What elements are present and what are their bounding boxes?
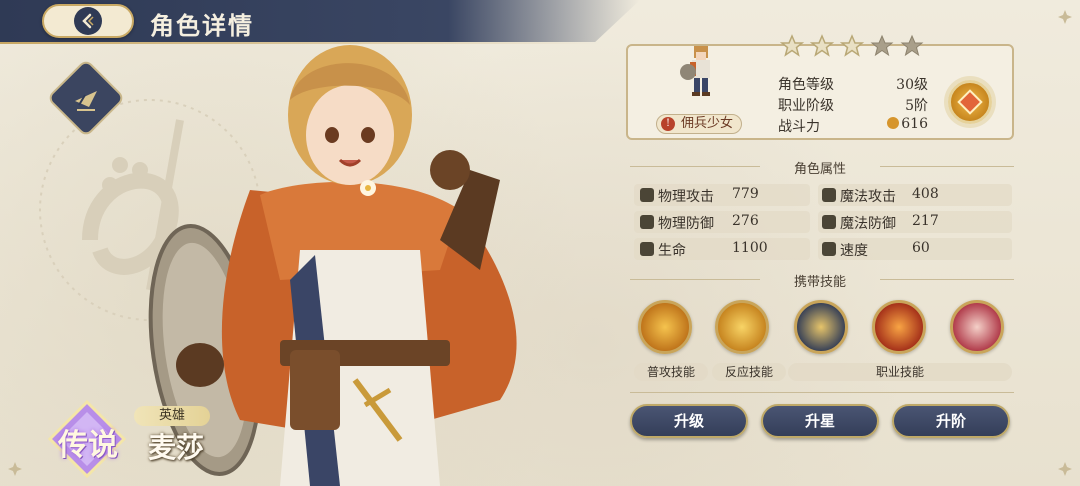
sword-icon — [640, 188, 654, 202]
attr-value: 276 — [732, 213, 759, 229]
rarity-label: 传说 — [58, 428, 118, 463]
attr-label: 魔法防御 — [840, 216, 896, 232]
attr-label: 物理攻击 — [658, 189, 714, 205]
attributes-title: 角色属性 — [793, 162, 846, 177]
power-value: 616 — [901, 116, 928, 132]
star-up-button[interactable]: 升星 — [761, 404, 879, 438]
gem-equipment-icon — [957, 89, 983, 115]
attr-value: 408 — [912, 186, 939, 202]
divider-right — [880, 166, 1014, 167]
divider-left — [630, 279, 760, 280]
rank-up-button[interactable]: 升阶 — [892, 404, 1010, 438]
skills-title: 携带技能 — [793, 275, 846, 290]
power-icon — [887, 117, 900, 129]
rank-value: 5阶 — [905, 98, 928, 114]
star-empty-icon — [900, 34, 924, 57]
star-empty-icon — [870, 34, 894, 57]
attr-value: 217 — [912, 213, 939, 229]
job-label: 佣兵少女 — [680, 116, 733, 131]
star-rating — [780, 34, 924, 58]
corner-ornament-icon — [1058, 10, 1072, 24]
attr-label: 速度 — [840, 243, 868, 259]
power-value-wrap: 616 — [878, 116, 928, 132]
reaction-skill-label: 反应技能 — [712, 363, 786, 381]
job-tag: ! 佣兵少女 — [656, 114, 742, 134]
star-filled-icon — [840, 34, 864, 57]
holy-shield-skill-icon[interactable] — [794, 300, 848, 354]
normal-skill-label: 普攻技能 — [634, 363, 708, 381]
upgrade-button[interactable]: 升级 — [630, 404, 748, 438]
level-label: 角色等级 — [778, 77, 834, 93]
heart-icon — [640, 242, 654, 256]
role-tag: 英雄 — [134, 406, 210, 426]
actions-divider — [630, 392, 1014, 393]
attr-value: 1100 — [732, 240, 768, 256]
arrow-dash-skill-icon[interactable] — [715, 300, 769, 354]
staff-icon — [822, 188, 836, 202]
equipment-button[interactable] — [948, 80, 992, 124]
attr-label: 魔法攻击 — [840, 189, 896, 205]
attr-value: 60 — [912, 240, 930, 256]
level-value: 30级 — [896, 77, 928, 93]
star-filled-icon — [780, 34, 804, 57]
fire-burst-skill-icon[interactable] — [872, 300, 926, 354]
shield-icon — [640, 215, 654, 229]
back-button[interactable] — [42, 4, 134, 38]
divider-right — [880, 279, 1014, 280]
hero-name: 麦莎 — [148, 431, 205, 464]
attr-label: 生命 — [658, 243, 686, 259]
attr-value: 779 — [732, 186, 759, 202]
hat-icon — [822, 215, 836, 229]
hero-sprite — [680, 46, 710, 96]
job-skill-label: 职业技能 — [788, 363, 1012, 381]
job-icon: ! — [661, 117, 675, 131]
corner-ornament-icon — [8, 462, 22, 476]
corner-ornament-icon — [1058, 462, 1072, 476]
attr-label: 物理防御 — [658, 216, 714, 232]
blade-storm-skill-icon[interactable] — [950, 300, 1004, 354]
rank-label: 职业阶级 — [778, 98, 834, 114]
power-label: 战斗力 — [778, 119, 820, 135]
star-filled-icon — [810, 34, 834, 57]
divider-left — [630, 166, 760, 167]
lancer-class-icon — [66, 78, 106, 118]
sword-slash-skill-icon[interactable] — [638, 300, 692, 354]
boot-icon — [822, 242, 836, 256]
back-arrow-icon — [74, 7, 102, 35]
